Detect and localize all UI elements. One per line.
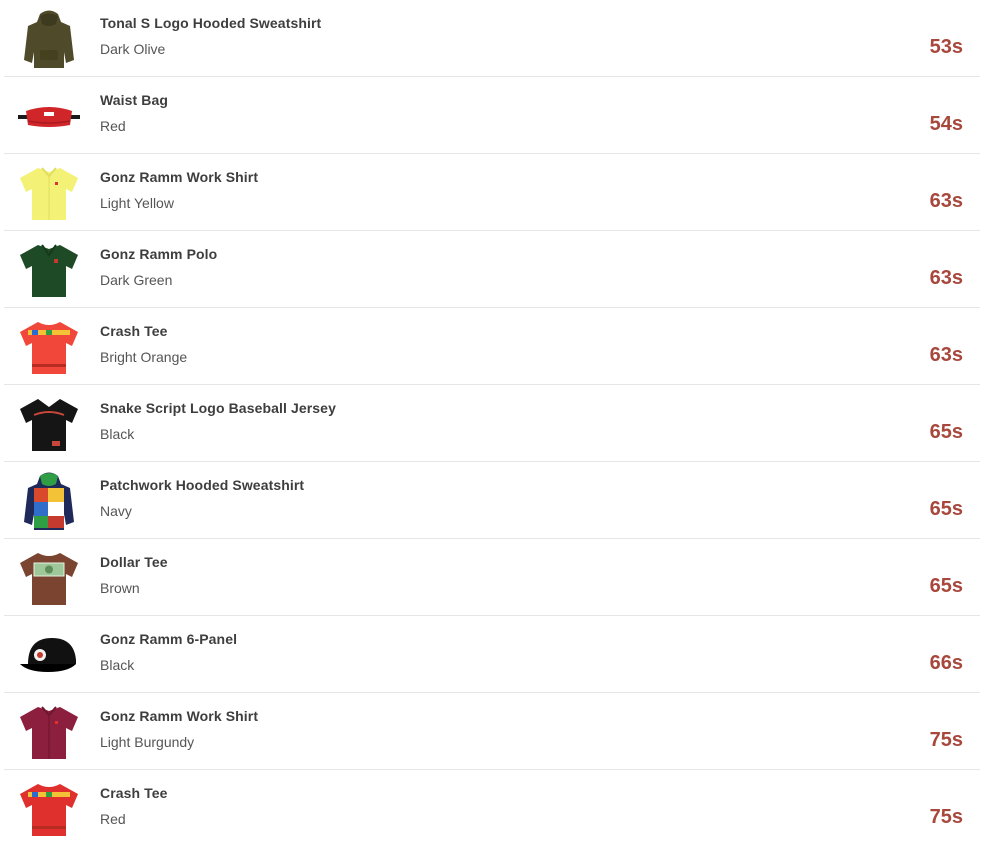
cap-icon[interactable] [18, 624, 80, 686]
list-item[interactable]: Patchwork Hooded Sweatshirt Navy 65s [4, 462, 980, 539]
list-item[interactable]: Dollar Tee Brown 65s [4, 539, 980, 616]
item-time: 53s [929, 36, 963, 58]
item-name: Gonz Ramm Polo [100, 246, 218, 262]
item-time: 54s [929, 113, 963, 135]
item-color: Navy [100, 503, 132, 519]
item-color: Black [100, 657, 135, 673]
item-time: 65s [929, 575, 963, 597]
item-color: Light Burgundy [100, 734, 195, 750]
tee-shirt-icon[interactable] [18, 547, 80, 609]
tee-shirt-icon[interactable] [18, 316, 80, 378]
item-name: Crash Tee [100, 323, 168, 339]
work-shirt-icon[interactable] [18, 701, 80, 763]
list-item[interactable]: Snake Script Logo Baseball Jersey Black … [4, 385, 980, 462]
list-item[interactable]: Gonz Ramm 6-Panel Black 66s [4, 616, 980, 693]
item-time: 63s [929, 267, 963, 289]
product-list: Tonal S Logo Hooded Sweatshirt Dark Oliv… [4, 0, 980, 846]
list-item[interactable]: Gonz Ramm Work Shirt Light Burgundy 75s [4, 693, 980, 770]
item-time: 63s [929, 190, 963, 212]
list-item[interactable]: Waist Bag Red 54s [4, 77, 980, 154]
item-time: 75s [929, 729, 963, 751]
item-color: Brown [100, 580, 140, 596]
item-time: 65s [929, 421, 963, 443]
item-name: Gonz Ramm 6-Panel [100, 631, 238, 647]
patchwork-hoodie-icon[interactable] [18, 470, 80, 532]
item-name: Patchwork Hooded Sweatshirt [100, 477, 305, 493]
list-item[interactable]: Crash Tee Bright Orange 63s [4, 308, 980, 385]
item-color: Red [100, 811, 126, 827]
item-time: 66s [929, 652, 963, 674]
work-shirt-icon[interactable] [18, 162, 80, 224]
baseball-jersey-icon[interactable] [18, 393, 80, 455]
polo-shirt-icon[interactable] [18, 239, 80, 301]
hooded-sweatshirt-icon[interactable] [18, 8, 80, 70]
item-time: 75s [929, 806, 963, 828]
list-item[interactable]: Crash Tee Red 75s [4, 770, 980, 846]
item-time: 63s [929, 344, 963, 366]
list-item[interactable]: Gonz Ramm Work Shirt Light Yellow 63s [4, 154, 980, 231]
item-name: Waist Bag [100, 92, 169, 108]
item-name: Dollar Tee [100, 554, 168, 570]
item-color: Red [100, 118, 126, 134]
item-color: Black [100, 426, 135, 442]
waist-bag-icon[interactable] [18, 85, 80, 147]
item-color: Bright Orange [100, 349, 188, 365]
item-name: Gonz Ramm Work Shirt [100, 708, 259, 724]
item-name: Snake Script Logo Baseball Jersey [100, 400, 336, 416]
item-name: Crash Tee [100, 785, 168, 801]
item-color: Dark Olive [100, 41, 166, 57]
list-item[interactable]: Gonz Ramm Polo Dark Green 63s [4, 231, 980, 308]
item-color: Light Yellow [100, 195, 174, 211]
list-item[interactable]: Tonal S Logo Hooded Sweatshirt Dark Oliv… [4, 0, 980, 77]
item-name: Gonz Ramm Work Shirt [100, 169, 259, 185]
item-time: 65s [929, 498, 963, 520]
item-name: Tonal S Logo Hooded Sweatshirt [100, 15, 322, 31]
item-color: Dark Green [100, 272, 173, 288]
tee-shirt-icon[interactable] [18, 778, 80, 840]
